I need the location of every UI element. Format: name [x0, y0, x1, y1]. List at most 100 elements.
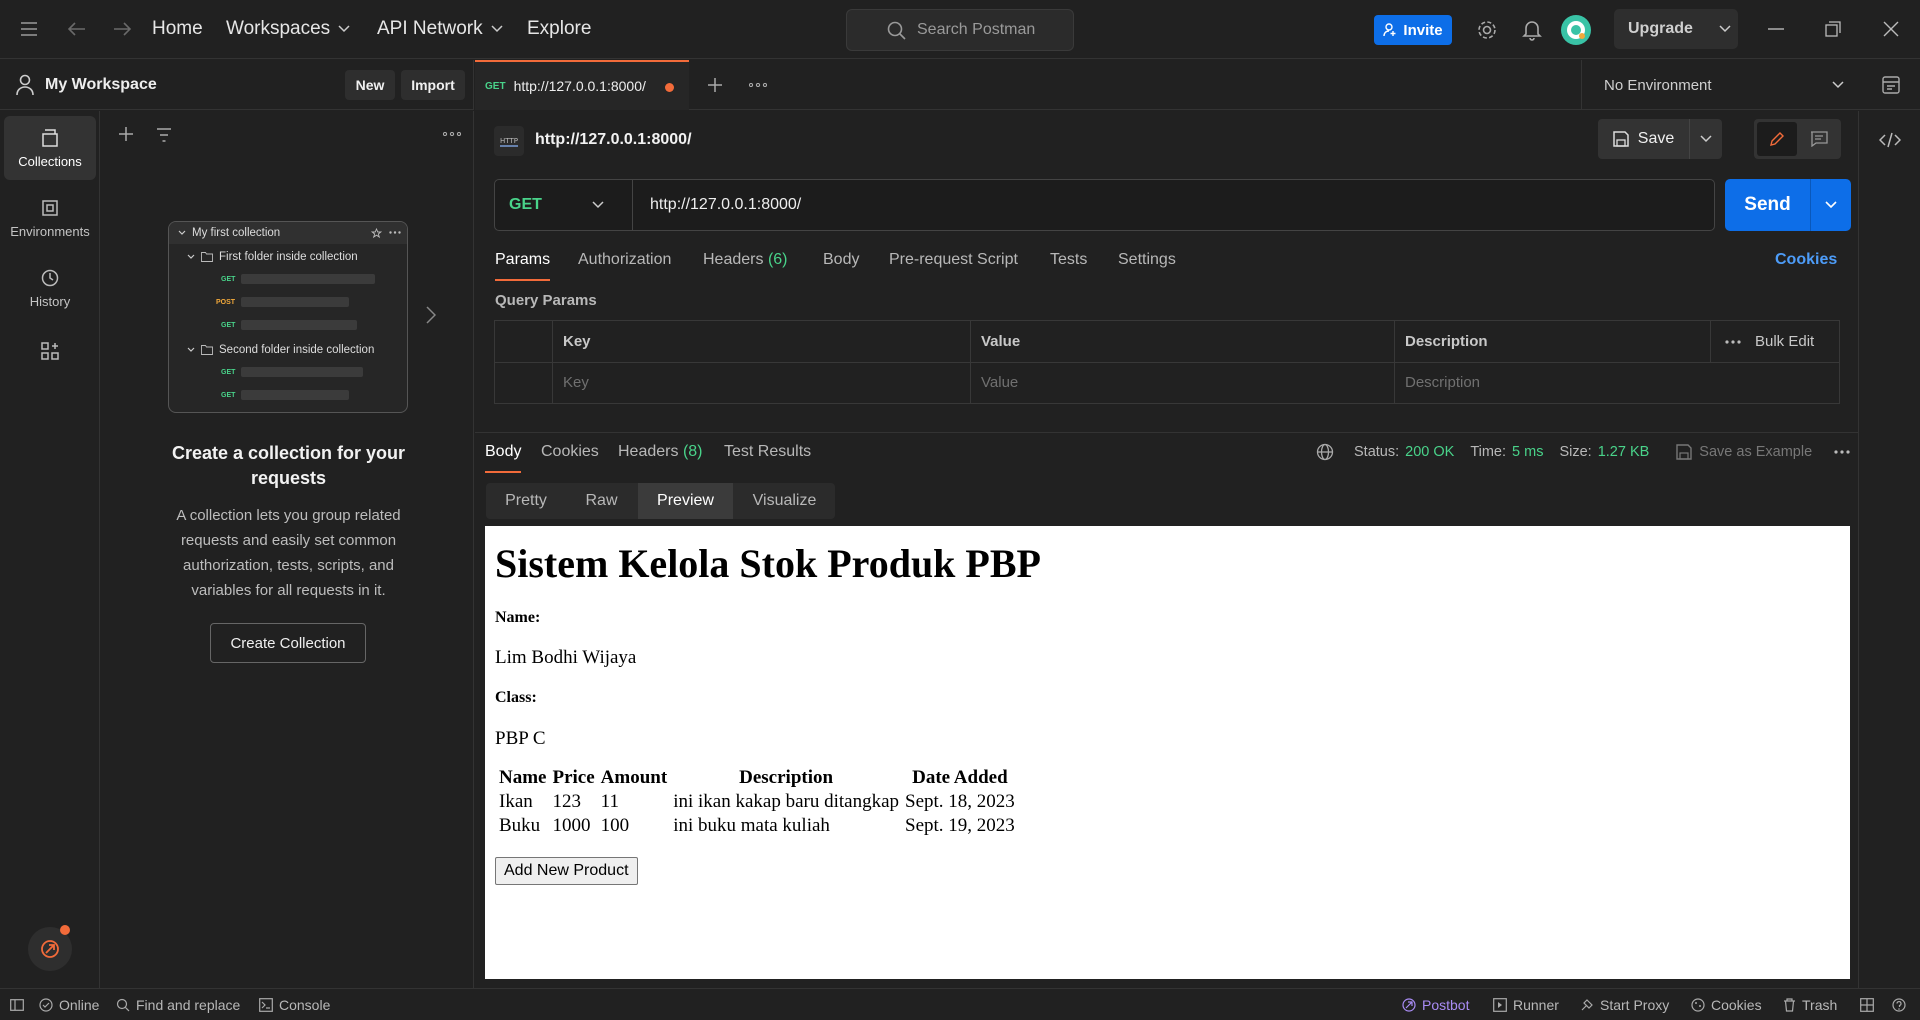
save-options-button[interactable] — [1689, 119, 1722, 159]
save-button[interactable]: Save — [1598, 119, 1688, 159]
edit-mode-button[interactable] — [1757, 122, 1797, 156]
tab-label: Body — [823, 251, 860, 268]
nav-workspaces[interactable]: Workspaces — [226, 18, 350, 40]
send-options-button[interactable] — [1810, 179, 1851, 231]
postbot-button[interactable]: Postbot — [1402, 989, 1469, 1020]
star-icon — [371, 228, 382, 239]
globe-icon[interactable] — [1316, 443, 1334, 461]
layout-toggle-button[interactable] — [1860, 989, 1874, 1020]
search-input[interactable]: Search Postman — [846, 9, 1074, 51]
column-header-label: Description — [1405, 333, 1488, 350]
environment-quick-look-icon[interactable] — [1879, 73, 1903, 97]
preview-method: GET — [221, 369, 236, 376]
param-key-input[interactable]: Key — [553, 362, 971, 403]
size-value[interactable]: 1.27 KB — [1598, 444, 1650, 460]
sidebar-item-configure[interactable] — [4, 326, 96, 376]
status-value[interactable]: 200 OK — [1405, 444, 1454, 460]
cookie-icon — [1691, 997, 1705, 1012]
response-tab-test-results[interactable]: Test Results — [724, 443, 811, 473]
tab-body[interactable]: Body — [823, 251, 859, 281]
postbot-label: Postbot — [1422, 996, 1470, 1013]
method-select[interactable]: GET — [495, 180, 633, 230]
forward-arrow-icon[interactable] — [111, 18, 133, 40]
cookies-link[interactable]: Cookies — [1775, 251, 1837, 269]
trash-button[interactable]: Trash — [1783, 989, 1837, 1020]
view-preview[interactable]: Preview — [638, 483, 733, 519]
response-tab-headers[interactable]: Headers (8) — [618, 443, 703, 473]
save-as-example-button[interactable]: Save as Example — [1699, 444, 1812, 460]
back-arrow-icon[interactable] — [66, 18, 88, 40]
tab-authorization[interactable]: Authorization — [578, 251, 671, 281]
response-tab-cookies[interactable]: Cookies — [541, 443, 599, 473]
nav-explore[interactable]: Explore — [527, 18, 591, 40]
tab-request[interactable]: GET http://127.0.0.1:8000/ — [475, 60, 689, 110]
create-collection-button[interactable]: Create Collection — [210, 623, 366, 663]
tab-params[interactable]: Params — [495, 251, 551, 281]
more-options-icon[interactable] — [1725, 339, 1741, 344]
url-input[interactable]: http://127.0.0.1:8000/ — [634, 180, 1714, 230]
console-button[interactable]: Console — [259, 989, 330, 1020]
tab-tests[interactable]: Tests — [1050, 251, 1087, 281]
chevron-right-icon[interactable] — [426, 306, 436, 324]
name-value: Lim Bodhi Wijaya — [495, 647, 637, 668]
view-raw[interactable]: Raw — [566, 483, 637, 519]
pencil-icon — [1770, 132, 1784, 146]
column-header: Price — [552, 767, 595, 788]
sidebar-item-environments[interactable]: Environments — [4, 186, 96, 250]
postbot-launcher[interactable] — [28, 925, 72, 971]
response-view-selector: Pretty Raw Preview Visualize — [486, 483, 835, 519]
response-divider[interactable] — [475, 432, 1858, 433]
avatar[interactable] — [1561, 15, 1591, 45]
help-button[interactable] — [1892, 989, 1906, 1020]
new-tab-plus-icon[interactable] — [704, 74, 726, 96]
restore-icon[interactable] — [1822, 18, 1844, 40]
more-options-icon[interactable] — [1834, 450, 1850, 454]
bulk-edit-button[interactable]: Bulk Edit — [1755, 333, 1814, 350]
import-button[interactable]: Import — [401, 70, 465, 100]
tab-settings[interactable]: Settings — [1118, 251, 1176, 281]
add-icon[interactable] — [115, 123, 137, 145]
filter-input[interactable] — [146, 121, 430, 149]
help-icon — [1892, 997, 1906, 1012]
workspace-name[interactable]: My Workspace — [45, 76, 157, 94]
start-proxy-button[interactable]: Start Proxy — [1580, 989, 1669, 1020]
comments-button[interactable] — [1800, 122, 1838, 156]
tab-label: Cookies — [541, 443, 599, 460]
settings-gear-icon[interactable] — [1475, 18, 1499, 42]
time-value[interactable]: 5 ms — [1512, 444, 1543, 460]
tab-headers[interactable]: Headers (6) — [703, 251, 788, 281]
online-status[interactable]: Online — [39, 989, 99, 1020]
tab-pre-request-script[interactable]: Pre-request Script — [889, 251, 1018, 281]
sidebar-item-collections[interactable]: Collections — [4, 116, 96, 180]
find-and-replace-button[interactable]: Find and replace — [116, 989, 240, 1020]
nav-home[interactable]: Home — [152, 18, 203, 40]
notification-bell-icon[interactable] — [1520, 18, 1544, 42]
chevron-down-icon — [178, 230, 186, 235]
nav-api-network[interactable]: API Network — [377, 18, 503, 40]
close-icon[interactable] — [1880, 18, 1902, 40]
sidebar-item-history[interactable]: History — [4, 256, 96, 320]
param-description-input[interactable]: Description — [1395, 362, 1839, 403]
view-pretty[interactable]: Pretty — [486, 483, 566, 519]
request-title[interactable]: http://127.0.0.1:8000/ — [535, 131, 692, 149]
collections-panel: My first collection First folder inside … — [101, 111, 474, 988]
upgrade-button[interactable]: Upgrade — [1614, 9, 1738, 49]
invite-button[interactable]: Invite — [1374, 15, 1452, 45]
new-button[interactable]: New — [345, 70, 395, 100]
minimize-icon[interactable] — [1765, 18, 1787, 40]
runner-button[interactable]: Runner — [1493, 989, 1559, 1020]
send-button[interactable]: Send — [1725, 179, 1810, 231]
column-header-label: Key — [563, 333, 591, 350]
menu-icon[interactable] — [18, 18, 40, 40]
more-options-icon[interactable] — [439, 123, 465, 145]
view-visualize[interactable]: Visualize — [734, 483, 835, 519]
add-new-product-button[interactable]: Add New Product — [495, 857, 638, 885]
environment-selector[interactable]: No Environment — [1581, 60, 1859, 110]
response-tab-body[interactable]: Body — [485, 443, 522, 473]
nav-workspaces-label: Workspaces — [226, 18, 331, 39]
more-options-icon[interactable] — [747, 74, 769, 96]
param-value-input[interactable]: Value — [971, 362, 1395, 403]
toggle-sidebar-button[interactable] — [10, 989, 24, 1020]
cookies-button[interactable]: Cookies — [1691, 989, 1762, 1020]
code-snippet-icon[interactable] — [1877, 129, 1903, 151]
